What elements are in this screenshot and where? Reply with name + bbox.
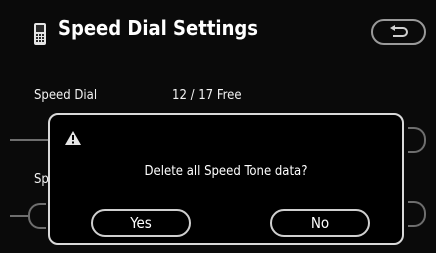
speed-tone-label: Sp: [34, 172, 49, 187]
speed-dial-count: 12 / 17 Free: [172, 88, 242, 103]
row-edge-left: [28, 203, 46, 229]
speed-dial-settings-screen: Speed Dial Settings Speed Dial 12 / 17 F…: [0, 0, 436, 253]
page-title: Speed Dial Settings: [58, 16, 258, 40]
row-divider-2: [10, 215, 30, 217]
dialog-message: Delete all Speed Tone data?: [144, 164, 308, 179]
speed-dial-label: Speed Dial: [34, 88, 98, 103]
title-bar: Speed Dial Settings: [0, 0, 436, 66]
row-edge-right-2: [408, 201, 426, 227]
yes-button[interactable]: Yes: [91, 209, 191, 237]
phone-icon: [33, 22, 47, 46]
back-button[interactable]: [371, 19, 426, 45]
no-button[interactable]: No: [270, 209, 370, 237]
row-divider: [10, 139, 50, 141]
confirm-dialog: Delete all Speed Tone data? Yes No: [48, 113, 404, 245]
row-edge-right: [408, 127, 426, 153]
warning-icon: [65, 130, 81, 149]
